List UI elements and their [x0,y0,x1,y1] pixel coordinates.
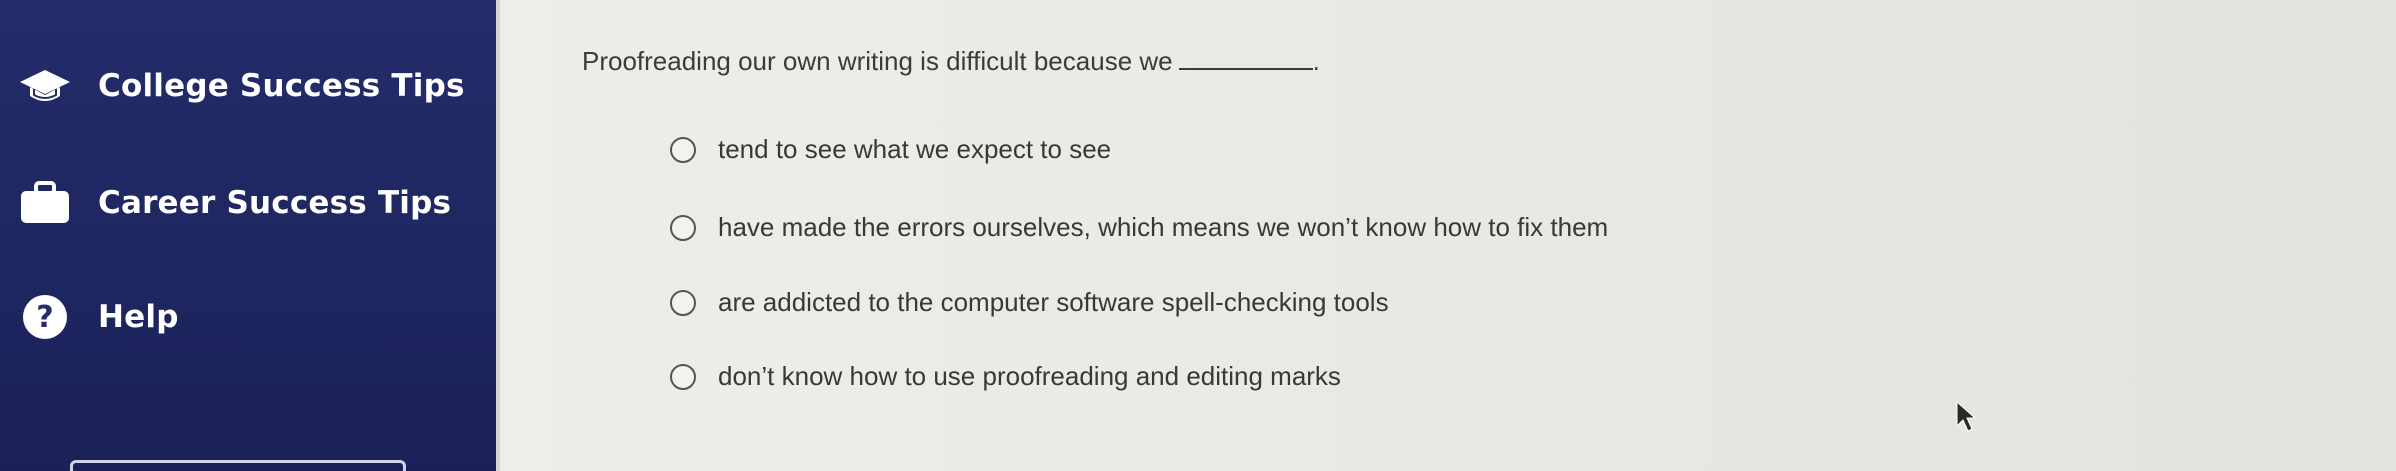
answer-option-1[interactable]: tend to see what we expect to see [670,134,1111,165]
question-panel: Proofreading our own writing is difficul… [500,0,2396,471]
answer-option-3[interactable]: are addicted to the computer software sp… [670,287,1389,318]
svg-text:?: ? [36,300,53,335]
sidebar-item-label: Career Success Tips [98,185,452,221]
sidebar: College Success Tips Career Success Tips… [0,0,496,471]
sidebar-item-label: College Success Tips [98,68,465,104]
answer-option-2[interactable]: have made the errors ourselves, which me… [670,212,1608,243]
sidebar-item-career-success-tips[interactable]: Career Success Tips [0,173,480,233]
question-text: Proofreading our own writing is difficul… [582,46,1320,76]
sidebar-item-college-success-tips[interactable]: College Success Tips [0,56,480,116]
option-label: have made the errors ourselves, which me… [718,212,1609,242]
answer-option-4[interactable]: don’t know how to use proofreading and e… [670,361,1341,392]
mouse-cursor-icon [1956,400,1977,432]
sidebar-item-help[interactable]: ? Help [0,287,480,347]
sidebar-bottom-button[interactable] [70,460,406,471]
option-label: don’t know how to use proofreading and e… [718,361,1341,391]
option-label: are addicted to the computer software sp… [718,287,1389,317]
sidebar-item-label: Help [98,299,179,335]
answer-blank [1178,48,1313,70]
option-label: tend to see what we expect to see [718,134,1112,164]
help-icon: ? [18,294,72,340]
briefcase-icon [18,180,72,226]
graduation-cap-icon [18,63,72,109]
radio-button[interactable] [670,289,696,316]
radio-button[interactable] [670,136,696,163]
radio-button[interactable] [670,214,696,241]
radio-button[interactable] [670,363,696,390]
